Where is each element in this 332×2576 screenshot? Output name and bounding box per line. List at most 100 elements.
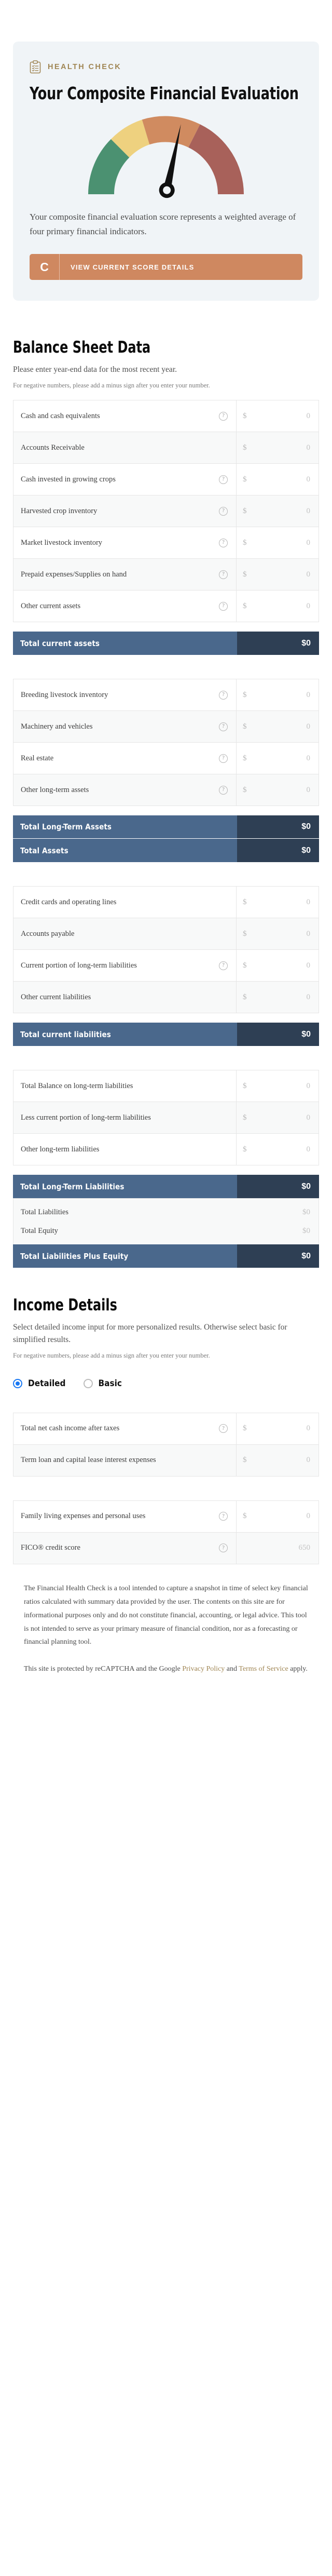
amount-input[interactable] [246, 601, 310, 611]
row-label-text: Other current assets [21, 601, 81, 610]
health-check-card: HEALTH CHECK Your Composite Financial Ev… [13, 42, 319, 301]
radio-button[interactable] [83, 1378, 93, 1388]
amount-input[interactable] [246, 475, 310, 484]
row-label: Credit cards and operating lines [13, 887, 237, 918]
amount-input[interactable] [246, 1145, 310, 1154]
privacy-policy-link[interactable]: Privacy Policy [182, 1665, 225, 1673]
row-label: Other long-term liabilities [13, 1134, 237, 1165]
calculated-label: Total Equity [21, 1226, 58, 1235]
income-details-subtitle: Select detailed income input for more pe… [13, 1323, 287, 1345]
row-label: Breeding livestock inventory? [13, 679, 237, 711]
amount-input[interactable] [246, 1456, 310, 1465]
help-circle-icon[interactable]: ? [219, 722, 228, 731]
row-label: Prepaid expenses/Supplies on hand? [13, 559, 237, 591]
table-row: Machinery and vehicles? $ [13, 711, 319, 743]
income-mode-option-basic[interactable]: Basic [83, 1378, 122, 1389]
row-input-cell: $ [237, 464, 319, 495]
row-label-text: Harvested crop inventory [21, 506, 98, 515]
row-label-text: Other long-term liabilities [21, 1145, 100, 1153]
amount-input[interactable] [246, 754, 310, 763]
total-label: Total Long-Term Liabilities [13, 1175, 237, 1199]
amount-input[interactable] [246, 506, 310, 516]
currency-symbol: $ [243, 961, 247, 970]
row-label: Total Balance on long-term liabilities [13, 1070, 237, 1102]
amount-input[interactable] [246, 690, 310, 700]
currency-symbol: $ [243, 1113, 247, 1122]
amount-input[interactable] [246, 1424, 310, 1433]
amount-input[interactable] [246, 929, 310, 938]
help-circle-icon[interactable]: ? [219, 785, 228, 795]
table-row: Family living expenses and personal uses… [13, 1500, 319, 1533]
income-details-section: Income Details Select detailed income in… [0, 1296, 332, 1564]
help-circle-icon[interactable]: ? [219, 1544, 228, 1553]
total-row: Total Long-Term Liabilities $0 [13, 1175, 319, 1199]
table-row: Breeding livestock inventory? $ [13, 679, 319, 712]
row-label: Cash and cash equivalents? [13, 400, 237, 432]
table-row: Accounts Receivable $ [13, 432, 319, 464]
current-assets-table: Cash and cash equivalents?$Accounts Rece… [13, 400, 319, 623]
current-liabilities-total-group: Total current liabilities $0 [13, 1023, 319, 1046]
amount-input[interactable] [243, 1544, 310, 1553]
row-input-cell: $ [237, 918, 319, 949]
amount-input[interactable] [246, 992, 310, 1002]
row-input-cell: $ [237, 711, 319, 742]
help-circle-icon[interactable]: ? [219, 506, 228, 516]
composite-score-description: Your composite financial evaluation scor… [30, 212, 296, 236]
help-circle-icon[interactable]: ? [219, 538, 228, 547]
row-input-cell: $ [237, 1070, 319, 1102]
grand-total-group: Total Liabilities Plus Equity $0 [13, 1244, 319, 1268]
row-label-text: Cash and cash equivalents [21, 411, 100, 420]
view-current-score-details-button[interactable]: C VIEW CURRENT SCORE DETAILS [30, 254, 302, 280]
row-input-cell: $ [237, 774, 319, 806]
help-circle-icon[interactable]: ? [219, 961, 228, 970]
amount-input[interactable] [246, 411, 310, 421]
disclaimer-block: The Financial Health Check is a tool int… [24, 1582, 308, 1676]
calculated-value: $0 [302, 1208, 310, 1216]
help-circle-icon[interactable]: ? [219, 1512, 228, 1521]
help-circle-icon[interactable]: ? [219, 1424, 228, 1433]
total-row: Total Liabilities Plus Equity $0 [13, 1244, 319, 1268]
help-circle-icon[interactable]: ? [219, 475, 228, 484]
row-input-cell: $ [237, 1413, 319, 1444]
help-circle-icon[interactable]: ? [219, 411, 228, 421]
amount-input[interactable] [246, 1113, 310, 1122]
row-input-cell: $ [237, 1102, 319, 1133]
clipboard-check-icon [30, 60, 41, 74]
row-input-cell: $ [237, 432, 319, 463]
table-row: Other long-term assets? $ [13, 774, 319, 807]
table-row: Prepaid expenses/Supplies on hand? $ [13, 559, 319, 591]
table-row: Accounts payable $ [13, 918, 319, 950]
row-input-cell: $ [237, 950, 319, 981]
amount-input[interactable] [246, 443, 310, 452]
row-input-cell: $ [237, 679, 319, 710]
radio-button[interactable] [13, 1378, 22, 1388]
row-label-text: Total net cash income after taxes [21, 1424, 120, 1433]
row-label: FICO® credit score? [13, 1532, 237, 1564]
income-mode-option-detailed[interactable]: Detailed [13, 1378, 66, 1389]
income-details-title: Income Details [13, 1296, 117, 1315]
help-circle-icon[interactable]: ? [219, 601, 228, 611]
table-row: Current portion of long-term liabilities… [13, 950, 319, 982]
help-circle-icon[interactable]: ? [219, 570, 228, 579]
row-label: Machinery and vehicles? [13, 711, 237, 743]
amount-input[interactable] [246, 1512, 310, 1521]
help-circle-icon[interactable]: ? [219, 754, 228, 763]
amount-input[interactable] [246, 1081, 310, 1091]
amount-input[interactable] [246, 538, 310, 547]
amount-input[interactable] [246, 961, 310, 970]
currency-symbol: $ [243, 1081, 247, 1090]
amount-input[interactable] [246, 570, 310, 579]
terms-of-service-link[interactable]: Terms of Service [239, 1665, 288, 1673]
income-mode-radio-group[interactable]: Detailed Basic [13, 1378, 319, 1389]
row-label-text: Prepaid expenses/Supplies on hand [21, 570, 127, 579]
amount-input[interactable] [246, 722, 310, 731]
amount-input[interactable] [246, 897, 310, 907]
table-row: Harvested crop inventory? $ [13, 495, 319, 528]
balance-sheet-section: Balance Sheet Data Please enter year-end… [0, 338, 332, 1268]
row-label-text: Other long-term assets [21, 785, 89, 794]
amount-input[interactable] [246, 785, 310, 795]
help-circle-icon[interactable]: ? [219, 690, 228, 700]
currency-symbol: $ [243, 785, 247, 794]
row-label-text: Other current liabilities [21, 992, 91, 1001]
row-label: Family living expenses and personal uses… [13, 1500, 237, 1532]
